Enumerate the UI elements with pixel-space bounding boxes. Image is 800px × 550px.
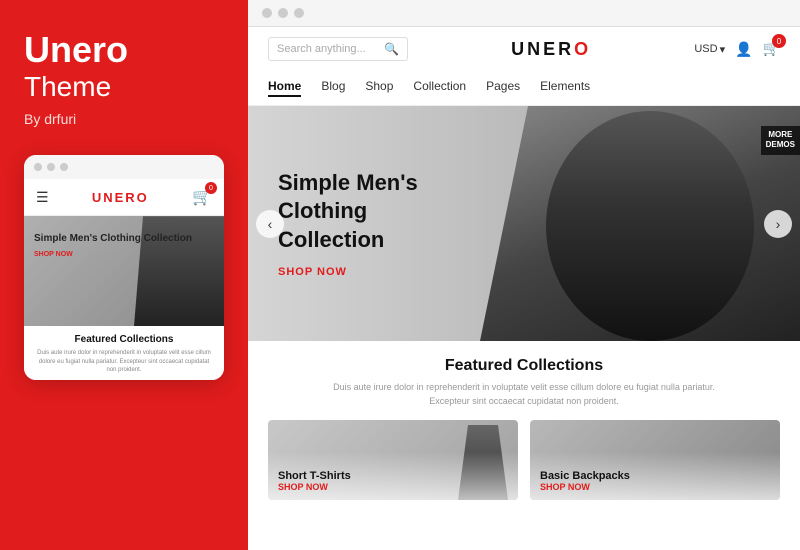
hero-figure [480,106,800,341]
nav-item-collection[interactable]: Collection [413,79,466,97]
hero-title: Simple Men's Clothing Collection [278,169,478,255]
search-placeholder: Search anything... [277,43,384,55]
collection-card-shirts[interactable]: Short T-Shirts Shop Now [268,420,518,500]
website: Search anything... 🔍 UNERO USD ▾ 👤 🛒 0 [248,27,800,550]
hamburger-icon: ☰ [36,189,49,206]
browser-dot-1 [262,8,272,18]
collections-row: Short T-Shirts Shop Now Basic Backpacks … [268,420,780,500]
mobile-nav: ☰ UNERO 🛒 0 [24,179,224,216]
nav-item-home[interactable]: Home [268,79,301,97]
right-panel: Search anything... 🔍 UNERO USD ▾ 👤 🛒 0 [248,0,800,550]
left-panel: Unero Theme By drfuri ☰ UNERO 🛒 0 [0,0,248,550]
collection-name-backpacks: Basic Backpacks [540,470,770,482]
search-bar[interactable]: Search anything... 🔍 [268,37,408,61]
brand-author: By drfuri [24,111,224,127]
mobile-hero-text: Simple Men's Clothing Collection Shop No… [34,232,192,258]
currency-selector[interactable]: USD ▾ [694,43,725,56]
featured-desc: Duis aute irure dolor in reprehenderit i… [268,381,780,408]
chevron-down-icon: ▾ [720,43,726,56]
hero-section: Simple Men's Clothing Collection Shop No… [248,106,800,341]
cart-badge: 0 [772,34,786,48]
browser-dot-2 [278,8,288,18]
mobile-content: ☰ UNERO 🛒 0 Simple Men's Clothing Collec… [24,179,224,380]
hero-prev-button[interactable]: ‹ [256,210,284,238]
collection-name-shirts: Short T-Shirts [278,470,508,482]
collection-cta-shirts[interactable]: Shop Now [278,482,508,492]
mobile-mockup: ☰ UNERO 🛒 0 Simple Men's Clothing Collec… [24,155,224,380]
site-nav: Home Blog Shop Collection Pages Elements [268,71,780,105]
hero-text: Simple Men's Clothing Collection Shop No… [278,169,478,279]
site-header: Search anything... 🔍 UNERO USD ▾ 👤 🛒 0 [248,27,800,106]
mobile-dot-2 [47,163,55,171]
cart-wrapper[interactable]: 🛒 0 [763,40,780,58]
mobile-dot-1 [34,163,42,171]
more-demos-badge[interactable]: MOREDEMOS [761,126,800,155]
cart-badge: 0 [205,182,217,194]
nav-item-pages[interactable]: Pages [486,79,520,97]
mobile-logo: UNERO [92,190,149,205]
site-header-top: Search anything... 🔍 UNERO USD ▾ 👤 🛒 0 [268,27,780,71]
hero-cta-button[interactable]: Shop Now [278,266,478,278]
mobile-top-bar [24,155,224,179]
user-icon[interactable]: 👤 [735,41,752,58]
collection-cta-backpacks[interactable]: Shop Now [540,482,770,492]
collection-card-overlay-backpacks: Basic Backpacks Shop Now [530,420,780,500]
browser-dot-3 [294,8,304,18]
site-logo: UNERO [511,39,591,60]
collection-card-overlay-shirts: Short T-Shirts Shop Now [268,420,518,500]
brand-title: Unero Theme [24,30,224,103]
hero-person [520,111,780,341]
mobile-featured-desc: Duis aute irure dolor in reprehenderit i… [24,349,224,380]
featured-section: Featured Collections Duis aute irure dol… [248,341,800,512]
featured-title: Featured Collections [268,357,780,375]
collection-card-backpacks[interactable]: Basic Backpacks Shop Now [530,420,780,500]
hero-next-button[interactable]: › [764,210,792,238]
search-icon: 🔍 [384,42,399,56]
nav-item-elements[interactable]: Elements [540,79,590,97]
nav-item-blog[interactable]: Blog [321,79,345,97]
nav-item-shop[interactable]: Shop [365,79,393,97]
mobile-featured-title: Featured Collections [24,326,224,349]
mobile-cart: 🛒 0 [192,187,212,207]
browser-chrome [248,0,800,27]
mobile-dot-3 [60,163,68,171]
mobile-hero: Simple Men's Clothing Collection Shop No… [24,216,224,326]
header-right: USD ▾ 👤 🛒 0 [694,40,780,58]
